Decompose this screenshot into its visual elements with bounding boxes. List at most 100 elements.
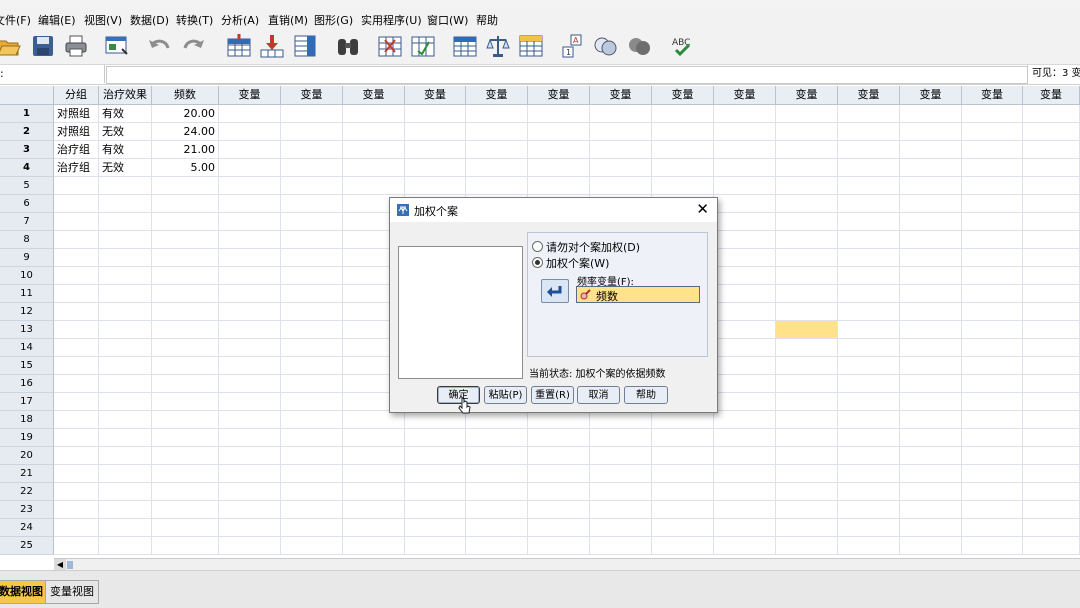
grid-cell[interactable] xyxy=(900,159,962,177)
grid-cell[interactable] xyxy=(281,483,343,501)
grid-cell[interactable] xyxy=(343,465,405,483)
grid-cell[interactable] xyxy=(466,429,528,447)
grid-cell[interactable] xyxy=(900,123,962,141)
grid-cell[interactable] xyxy=(405,501,466,519)
grid-cell[interactable] xyxy=(1023,177,1080,195)
grid-cell[interactable] xyxy=(838,375,900,393)
grid-cell[interactable] xyxy=(99,249,152,267)
grid-cell[interactable] xyxy=(152,357,219,375)
reset-button[interactable]: 重置(R) xyxy=(531,386,574,404)
grid-cell[interactable] xyxy=(962,447,1023,465)
menu-data[interactable]: 数据(D) xyxy=(130,12,169,28)
row-header[interactable]: 13 xyxy=(0,321,54,339)
scroll-thumb[interactable] xyxy=(67,561,73,569)
menu-view[interactable]: 视图(V) xyxy=(84,12,122,28)
grid-cell[interactable] xyxy=(528,501,590,519)
grid-cell[interactable] xyxy=(714,213,776,231)
grid-cell[interactable] xyxy=(54,501,99,519)
cell-value-input[interactable] xyxy=(106,66,1028,84)
grid-cell[interactable] xyxy=(962,375,1023,393)
grid-cell[interactable] xyxy=(219,249,281,267)
grid-cell[interactable] xyxy=(219,357,281,375)
grid-cell[interactable] xyxy=(776,429,838,447)
grid-cell[interactable]: 有效 xyxy=(99,141,152,159)
grid-cell[interactable] xyxy=(1023,483,1080,501)
column-header[interactable]: 变量 xyxy=(405,86,466,105)
row-header[interactable]: 3 xyxy=(0,141,54,159)
grid-cell[interactable] xyxy=(776,105,838,123)
grid-cell[interactable] xyxy=(714,159,776,177)
grid-cell[interactable] xyxy=(776,501,838,519)
grid-cell[interactable] xyxy=(343,177,405,195)
grid-cell[interactable] xyxy=(152,429,219,447)
grid-cell[interactable] xyxy=(343,105,405,123)
grid-cell[interactable] xyxy=(776,285,838,303)
grid-cell[interactable] xyxy=(962,231,1023,249)
grid-cell[interactable] xyxy=(99,537,152,555)
grid-cell[interactable] xyxy=(219,195,281,213)
column-header[interactable]: 变量 xyxy=(776,86,838,105)
grid-cell[interactable] xyxy=(900,501,962,519)
grid-cell[interactable] xyxy=(281,537,343,555)
grid-cell[interactable] xyxy=(152,465,219,483)
grid-cell[interactable] xyxy=(152,303,219,321)
grid-cell[interactable] xyxy=(281,321,343,339)
grid-cell[interactable] xyxy=(405,447,466,465)
grid-cell[interactable] xyxy=(343,501,405,519)
row-header[interactable]: 21 xyxy=(0,465,54,483)
grid-cell[interactable] xyxy=(219,231,281,249)
grid-cell[interactable] xyxy=(590,501,652,519)
grid-cell[interactable] xyxy=(54,231,99,249)
find-icon[interactable] xyxy=(335,33,361,59)
grid-cell[interactable] xyxy=(838,123,900,141)
grid-cell[interactable] xyxy=(219,303,281,321)
grid-cell[interactable] xyxy=(590,159,652,177)
grid-cell[interactable] xyxy=(838,339,900,357)
grid-cell[interactable] xyxy=(776,537,838,555)
grid-cell[interactable] xyxy=(962,159,1023,177)
grid-cell[interactable] xyxy=(99,483,152,501)
grid-cell[interactable] xyxy=(466,465,528,483)
grid-cell[interactable] xyxy=(152,447,219,465)
insert-cases-icon[interactable] xyxy=(377,33,403,59)
grid-cell[interactable] xyxy=(466,537,528,555)
grid-cell[interactable] xyxy=(776,231,838,249)
grid-cell[interactable] xyxy=(1023,285,1080,303)
grid-cell[interactable] xyxy=(1023,465,1080,483)
grid-cell[interactable] xyxy=(900,141,962,159)
column-header[interactable]: 变量 xyxy=(714,86,776,105)
grid-cell[interactable] xyxy=(1023,519,1080,537)
grid-cell[interactable] xyxy=(590,123,652,141)
grid-cell[interactable] xyxy=(714,537,776,555)
grid-cell[interactable] xyxy=(962,429,1023,447)
grid-cell[interactable] xyxy=(343,411,405,429)
grid-cell[interactable] xyxy=(838,321,900,339)
grid-cell[interactable] xyxy=(838,105,900,123)
grid-cell[interactable] xyxy=(714,483,776,501)
grid-cell[interactable] xyxy=(900,213,962,231)
grid-cell[interactable] xyxy=(54,285,99,303)
grid-cell[interactable] xyxy=(1023,537,1080,555)
grid-cell[interactable] xyxy=(590,141,652,159)
grid-cell[interactable] xyxy=(714,501,776,519)
grid-cell[interactable] xyxy=(900,267,962,285)
grid-cell[interactable] xyxy=(152,231,219,249)
grid-cell[interactable] xyxy=(343,159,405,177)
grid-cell[interactable] xyxy=(590,105,652,123)
grid-cell[interactable] xyxy=(714,285,776,303)
grid-cell[interactable] xyxy=(466,501,528,519)
grid-cell[interactable] xyxy=(1023,249,1080,267)
grid-cell[interactable] xyxy=(776,123,838,141)
grid-cell[interactable] xyxy=(466,411,528,429)
grid-cell[interactable] xyxy=(590,429,652,447)
grid-cell[interactable]: 治疗组 xyxy=(54,141,99,159)
grid-cell[interactable] xyxy=(528,123,590,141)
grid-cell[interactable] xyxy=(405,105,466,123)
grid-cell[interactable] xyxy=(590,537,652,555)
grid-cell[interactable] xyxy=(714,249,776,267)
grid-cell[interactable] xyxy=(900,465,962,483)
close-icon[interactable]: ✕ xyxy=(696,201,709,217)
radio-weight-cases[interactable] xyxy=(532,257,543,268)
grid-cell[interactable] xyxy=(152,393,219,411)
grid-cell[interactable] xyxy=(776,465,838,483)
